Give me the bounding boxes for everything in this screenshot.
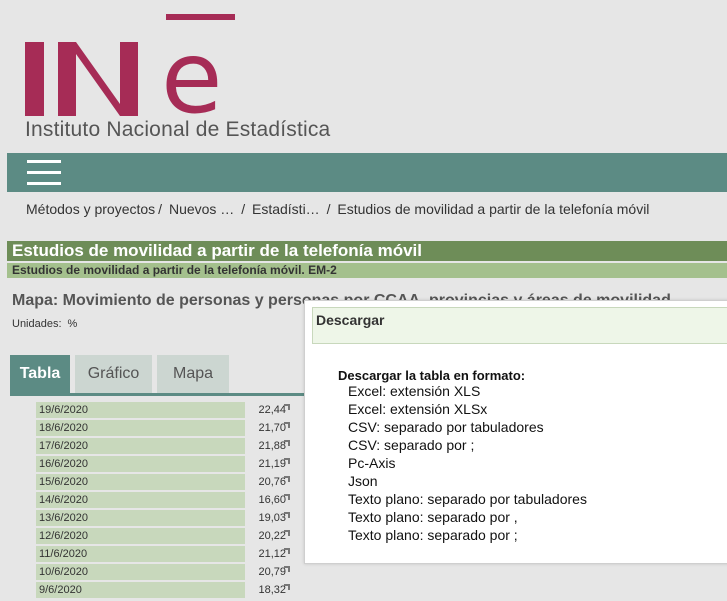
value-cell: 22,44 xyxy=(258,404,286,416)
table-row: 18/6/2020 21,70 xyxy=(36,419,296,437)
table-row: 14/6/2020 16,60 xyxy=(36,491,296,509)
note-icon[interactable] xyxy=(284,512,290,518)
note-icon[interactable] xyxy=(284,476,290,482)
note-icon[interactable] xyxy=(284,440,290,446)
tab-grafico[interactable]: Gráfico xyxy=(75,355,152,393)
table-row: 10/6/2020 20,79 xyxy=(36,563,296,581)
table-row: 9/6/2020 18,32 xyxy=(36,581,296,599)
value-cell: 21,70 xyxy=(258,422,286,434)
breadcrumb-item[interactable]: Nuevos … xyxy=(169,201,234,217)
tab-underline xyxy=(10,393,310,396)
date-cell: 11/6/2020 xyxy=(36,546,245,562)
value-cell: 20,79 xyxy=(258,566,286,578)
site-name: Instituto Nacional de Estadística xyxy=(25,118,331,141)
table-row: 11/6/2020 21,12 xyxy=(36,545,296,563)
value-cell: 19,03 xyxy=(258,512,286,524)
date-cell: 17/6/2020 xyxy=(36,438,245,454)
ine-logo[interactable]: e xyxy=(24,12,235,128)
note-icon[interactable] xyxy=(284,584,290,590)
units: Unidades:% xyxy=(12,318,77,330)
date-cell: 19/6/2020 xyxy=(36,402,245,418)
note-icon[interactable] xyxy=(284,566,290,572)
note-icon[interactable] xyxy=(284,422,290,428)
table-row: 17/6/2020 21,88 xyxy=(36,437,296,455)
format-csv-tab[interactable]: CSV: separado por tabuladores xyxy=(348,418,587,436)
table-row: 16/6/2020 21,19 xyxy=(36,455,296,473)
download-popup: Descargar Descargar la tabla en formato:… xyxy=(304,300,727,564)
logo-letter-n xyxy=(58,42,138,116)
format-pc-axis[interactable]: Pc-Axis xyxy=(348,454,587,472)
tab-mapa[interactable]: Mapa xyxy=(157,355,229,393)
breadcrumb-item[interactable]: Métodos y proyectos xyxy=(26,201,155,217)
date-cell: 15/6/2020 xyxy=(36,474,245,490)
value-cell: 21,12 xyxy=(258,548,286,560)
logo-letter-e: e xyxy=(161,19,222,136)
value-cell: 20,76 xyxy=(258,476,286,488)
units-label: Unidades: xyxy=(12,318,62,330)
table-row: 12/6/2020 20,22 xyxy=(36,527,296,545)
date-cell: 14/6/2020 xyxy=(36,492,245,508)
value-cell: 18,32 xyxy=(258,584,286,596)
page-title: Estudios de movilidad a partir de la tel… xyxy=(7,241,727,261)
breadcrumb-current: Estudios de movilidad a partir de la tel… xyxy=(337,201,650,217)
popup-header: Descargar xyxy=(312,307,727,344)
table-row: 15/6/2020 20,76 xyxy=(36,473,296,491)
date-cell: 16/6/2020 xyxy=(36,456,245,472)
units-value: % xyxy=(67,318,78,330)
format-txt-comma[interactable]: Texto plano: separado por , xyxy=(348,508,587,526)
breadcrumb-separator: / xyxy=(322,201,331,217)
table-row: 13/6/2020 19,03 xyxy=(36,509,296,527)
breadcrumb-item[interactable]: Estadísti… xyxy=(252,201,320,217)
date-cell: 18/6/2020 xyxy=(36,420,245,436)
value-cell: 16,60 xyxy=(258,494,286,506)
format-txt-tab[interactable]: Texto plano: separado por tabuladores xyxy=(348,490,587,508)
date-cell: 10/6/2020 xyxy=(36,564,245,580)
tab-tabla[interactable]: Tabla xyxy=(10,355,70,393)
format-xls[interactable]: Excel: extensión XLS xyxy=(348,382,587,400)
main-navbar xyxy=(7,153,727,192)
menu-icon[interactable] xyxy=(27,160,61,186)
popup-lead: Descargar la tabla en formato: xyxy=(338,368,526,383)
page-subtitle: Estudios de movilidad a partir de la tel… xyxy=(7,263,727,278)
note-icon[interactable] xyxy=(284,530,290,536)
logo-letter-i xyxy=(25,42,44,116)
breadcrumb: Métodos y proyectos / Nuevos … / Estadíst… xyxy=(26,201,649,217)
format-json[interactable]: Json xyxy=(348,472,587,490)
note-icon[interactable] xyxy=(284,404,290,410)
format-list: Excel: extensión XLS Excel: extensión XL… xyxy=(348,382,587,544)
format-txt-semicolon[interactable]: Texto plano: separado por ; xyxy=(348,526,587,544)
breadcrumb-separator: / xyxy=(158,201,163,217)
table-row: 19/6/2020 22,44 xyxy=(36,401,296,419)
value-cell: 21,19 xyxy=(258,458,286,470)
note-icon[interactable] xyxy=(284,548,290,554)
breadcrumb-separator: / xyxy=(237,201,246,217)
note-icon[interactable] xyxy=(284,458,290,464)
data-table: 19/6/2020 22,44 18/6/2020 21,70 17/6/2020 2… xyxy=(36,401,296,599)
date-cell: 12/6/2020 xyxy=(36,528,245,544)
note-icon[interactable] xyxy=(284,494,290,500)
date-cell: 13/6/2020 xyxy=(36,510,245,526)
value-cell: 20,22 xyxy=(258,530,286,542)
date-cell: 9/6/2020 xyxy=(36,582,245,598)
format-xlsx[interactable]: Excel: extensión XLSx xyxy=(348,400,587,418)
value-cell: 21,88 xyxy=(258,440,286,452)
format-csv-semicolon[interactable]: CSV: separado por ; xyxy=(348,436,587,454)
